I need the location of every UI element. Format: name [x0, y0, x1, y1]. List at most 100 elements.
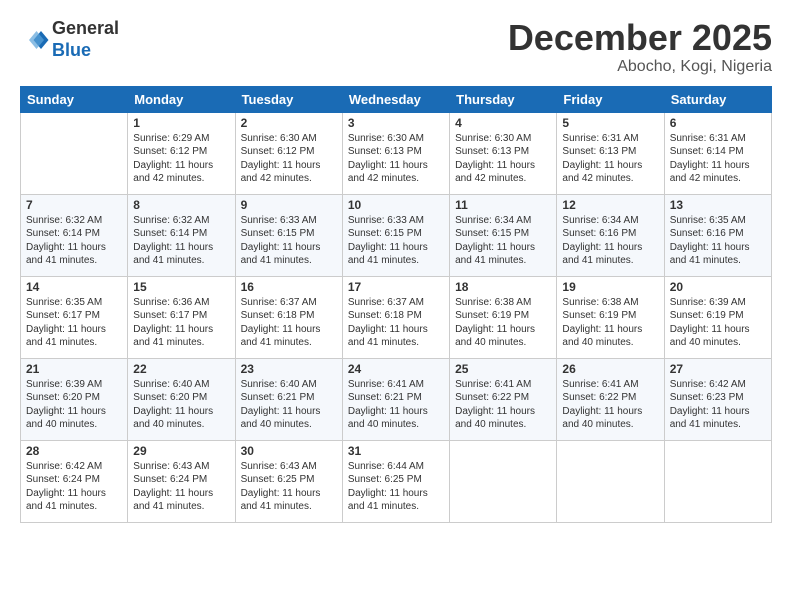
day-number: 25 [455, 362, 551, 376]
calendar-cell: 16 Sunrise: 6:37 AMSunset: 6:18 PMDayligh… [235, 276, 342, 358]
day-number: 12 [562, 198, 658, 212]
logo-text: General Blue [52, 18, 119, 61]
calendar-week-row: 7 Sunrise: 6:32 AMSunset: 6:14 PMDaylight… [21, 194, 772, 276]
day-number: 29 [133, 444, 229, 458]
calendar-cell: 6 Sunrise: 6:31 AMSunset: 6:14 PMDaylight… [664, 112, 771, 194]
calendar-cell: 15Sunrise: 6:36 AMSunset: 6:17 PMDayligh… [128, 276, 235, 358]
calendar-cell: 29Sunrise: 6:43 AMSunset: 6:24 PMDayligh… [128, 440, 235, 522]
logo: General Blue [20, 18, 119, 61]
day-info: Sunrise: 6:34 AMSunset: 6:16 PMDaylight:… [562, 214, 658, 268]
day-number: 1 [133, 116, 229, 130]
day-number: 31 [348, 444, 444, 458]
calendar-cell: 8 Sunrise: 6:32 AMSunset: 6:14 PMDaylight… [128, 194, 235, 276]
page: General Blue December 2025 Abocho, Kogi,… [0, 0, 792, 612]
day-number: 30 [241, 444, 337, 458]
calendar-header-row: SundayMondayTuesdayWednesdayThursdayFrid… [21, 86, 772, 112]
day-info: Sunrise: 6:31 AMSunset: 6:13 PMDaylight:… [562, 132, 658, 186]
subtitle: Abocho, Kogi, Nigeria [508, 58, 772, 76]
calendar-cell: 17 Sunrise: 6:37 AMSunset: 6:18 PMDayligh… [342, 276, 449, 358]
day-number: 16 [241, 280, 337, 294]
month-title: December 2025 [508, 18, 772, 58]
day-number: 7 [26, 198, 122, 212]
calendar-cell [557, 440, 664, 522]
day-number: 21 [26, 362, 122, 376]
day-info: Sunrise: 6:43 AMSunset: 6:25 PMDaylight:… [241, 460, 337, 514]
day-number: 17 [348, 280, 444, 294]
calendar-cell: 1 Sunrise: 6:29 AMSunset: 6:12 PMDaylight… [128, 112, 235, 194]
calendar-cell: 10 Sunrise: 6:33 AMSunset: 6:15 PMDayligh… [342, 194, 449, 276]
calendar-cell: 28 Sunrise: 6:42 AMSunset: 6:24 PMDayligh… [21, 440, 128, 522]
day-info: Sunrise: 6:30 AMSunset: 6:13 PMDaylight:… [348, 132, 444, 186]
day-number: 5 [562, 116, 658, 130]
day-header-friday: Friday [557, 86, 664, 112]
day-number: 3 [348, 116, 444, 130]
day-header-monday: Monday [128, 86, 235, 112]
day-number: 10 [348, 198, 444, 212]
day-number: 11 [455, 198, 551, 212]
day-info: Sunrise: 6:32 AMSunset: 6:14 PMDaylight:… [133, 214, 229, 268]
calendar-cell [664, 440, 771, 522]
day-info: Sunrise: 6:41 AMSunset: 6:21 PMDaylight:… [348, 378, 444, 432]
day-info: Sunrise: 6:38 AMSunset: 6:19 PMDaylight:… [562, 296, 658, 350]
day-number: 2 [241, 116, 337, 130]
day-number: 19 [562, 280, 658, 294]
calendar-cell: 5 Sunrise: 6:31 AMSunset: 6:13 PMDaylight… [557, 112, 664, 194]
day-number: 22 [133, 362, 229, 376]
day-info: Sunrise: 6:40 AMSunset: 6:21 PMDaylight:… [241, 378, 337, 432]
logo-general: General [52, 18, 119, 38]
day-number: 23 [241, 362, 337, 376]
day-info: Sunrise: 6:39 AMSunset: 6:19 PMDaylight:… [670, 296, 766, 350]
day-info: Sunrise: 6:32 AMSunset: 6:14 PMDaylight:… [26, 214, 122, 268]
calendar-cell: 9 Sunrise: 6:33 AMSunset: 6:15 PMDaylight… [235, 194, 342, 276]
day-info: Sunrise: 6:41 AMSunset: 6:22 PMDaylight:… [455, 378, 551, 432]
day-info: Sunrise: 6:42 AMSunset: 6:23 PMDaylight:… [670, 378, 766, 432]
day-info: Sunrise: 6:37 AMSunset: 6:18 PMDaylight:… [348, 296, 444, 350]
day-number: 20 [670, 280, 766, 294]
calendar-week-row: 1 Sunrise: 6:29 AMSunset: 6:12 PMDaylight… [21, 112, 772, 194]
day-info: Sunrise: 6:36 AMSunset: 6:17 PMDaylight:… [133, 296, 229, 350]
day-info: Sunrise: 6:39 AMSunset: 6:20 PMDaylight:… [26, 378, 122, 432]
calendar-cell: 19 Sunrise: 6:38 AMSunset: 6:19 PMDayligh… [557, 276, 664, 358]
day-number: 14 [26, 280, 122, 294]
calendar-cell: 13Sunrise: 6:35 AMSunset: 6:16 PMDayligh… [664, 194, 771, 276]
day-number: 4 [455, 116, 551, 130]
day-number: 28 [26, 444, 122, 458]
day-info: Sunrise: 6:38 AMSunset: 6:19 PMDaylight:… [455, 296, 551, 350]
day-number: 18 [455, 280, 551, 294]
day-number: 6 [670, 116, 766, 130]
day-info: Sunrise: 6:34 AMSunset: 6:15 PMDaylight:… [455, 214, 551, 268]
calendar-cell: 25 Sunrise: 6:41 AMSunset: 6:22 PMDayligh… [450, 358, 557, 440]
day-header-saturday: Saturday [664, 86, 771, 112]
calendar-week-row: 28 Sunrise: 6:42 AMSunset: 6:24 PMDayligh… [21, 440, 772, 522]
day-info: Sunrise: 6:30 AMSunset: 6:12 PMDaylight:… [241, 132, 337, 186]
day-info: Sunrise: 6:42 AMSunset: 6:24 PMDaylight:… [26, 460, 122, 514]
day-info: Sunrise: 6:29 AMSunset: 6:12 PMDaylight:… [133, 132, 229, 186]
day-info: Sunrise: 6:37 AMSunset: 6:18 PMDaylight:… [241, 296, 337, 350]
calendar-cell: 7 Sunrise: 6:32 AMSunset: 6:14 PMDaylight… [21, 194, 128, 276]
calendar-cell: 26Sunrise: 6:41 AMSunset: 6:22 PMDayligh… [557, 358, 664, 440]
logo-icon [20, 25, 50, 55]
day-info: Sunrise: 6:35 AMSunset: 6:16 PMDaylight:… [670, 214, 766, 268]
day-header-sunday: Sunday [21, 86, 128, 112]
day-number: 9 [241, 198, 337, 212]
calendar-cell: 31Sunrise: 6:44 AMSunset: 6:25 PMDayligh… [342, 440, 449, 522]
calendar-cell: 24 Sunrise: 6:41 AMSunset: 6:21 PMDayligh… [342, 358, 449, 440]
day-info: Sunrise: 6:33 AMSunset: 6:15 PMDaylight:… [241, 214, 337, 268]
calendar-cell: 18 Sunrise: 6:38 AMSunset: 6:19 PMDayligh… [450, 276, 557, 358]
day-number: 8 [133, 198, 229, 212]
day-info: Sunrise: 6:33 AMSunset: 6:15 PMDaylight:… [348, 214, 444, 268]
day-header-wednesday: Wednesday [342, 86, 449, 112]
calendar-cell: 4 Sunrise: 6:30 AMSunset: 6:13 PMDaylight… [450, 112, 557, 194]
calendar-cell: 23 Sunrise: 6:40 AMSunset: 6:21 PMDayligh… [235, 358, 342, 440]
calendar-cell: 27 Sunrise: 6:42 AMSunset: 6:23 PMDayligh… [664, 358, 771, 440]
calendar-cell: 30 Sunrise: 6:43 AMSunset: 6:25 PMDayligh… [235, 440, 342, 522]
day-header-tuesday: Tuesday [235, 86, 342, 112]
day-number: 24 [348, 362, 444, 376]
calendar-cell: 20 Sunrise: 6:39 AMSunset: 6:19 PMDayligh… [664, 276, 771, 358]
day-number: 27 [670, 362, 766, 376]
header: General Blue December 2025 Abocho, Kogi,… [20, 18, 772, 76]
calendar-cell: 12 Sunrise: 6:34 AMSunset: 6:16 PMDayligh… [557, 194, 664, 276]
day-info: Sunrise: 6:31 AMSunset: 6:14 PMDaylight:… [670, 132, 766, 186]
calendar-table: SundayMondayTuesdayWednesdayThursdayFrid… [20, 86, 772, 523]
day-info: Sunrise: 6:30 AMSunset: 6:13 PMDaylight:… [455, 132, 551, 186]
